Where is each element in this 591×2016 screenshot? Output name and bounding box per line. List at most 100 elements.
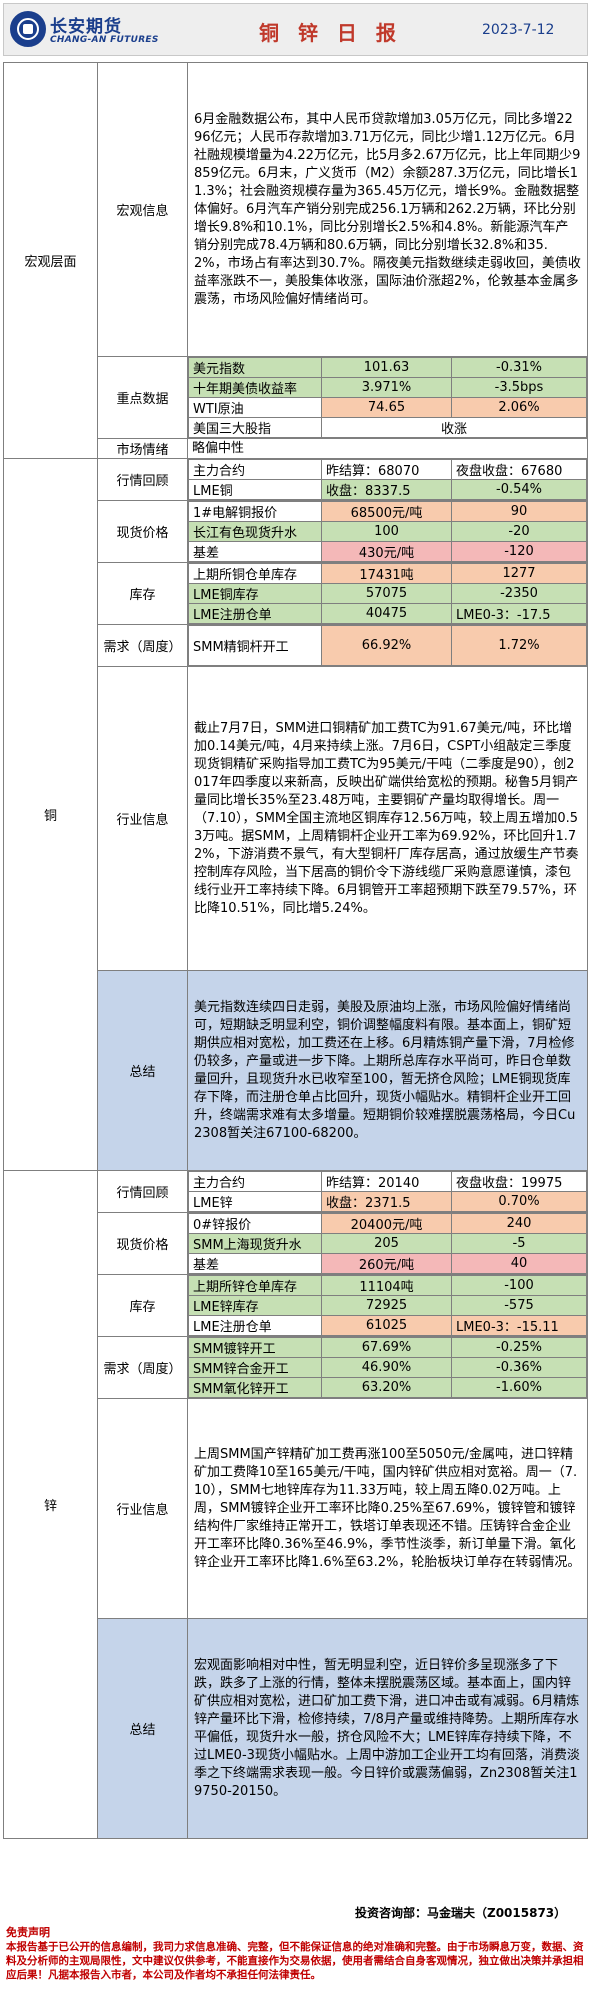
table-row: 基差 260元/吨 40: [188, 1253, 587, 1274]
zinc-industry-label: 行业信息: [97, 1398, 188, 1619]
row-value: 72925: [321, 1295, 452, 1316]
row-key: 0#锌报价: [188, 1213, 322, 1234]
row-key: SMM氧化锌开工: [188, 1377, 322, 1398]
row-value: 205: [321, 1233, 452, 1254]
row-change: -0.25%: [451, 1337, 587, 1358]
copper-inventory-table: 上期所铜仓单库存 17431吨 1277 LME铜库存 57075 -2350 …: [188, 563, 587, 624]
row-value: 68500元/吨: [321, 501, 452, 522]
row-change: -20: [451, 521, 587, 542]
row-key: 基差: [188, 1253, 322, 1274]
report-grid: 宏观层面 宏观信息 6月金融数据公布，其中人民币贷款增加3.05万亿元，同比多增…: [3, 62, 588, 1839]
macro-sentiment-label: 市场情绪: [97, 438, 188, 459]
row-value: 100: [321, 521, 452, 542]
row-key: LME注册仓单: [188, 1315, 322, 1336]
zinc-industry-text: 上周SMM国产锌精矿加工费再涨100至5050元/金属吨，进口锌精矿加工费降10…: [187, 1398, 588, 1619]
row-change: LME0-3：-15.11: [451, 1315, 587, 1336]
indicator-change: 2.06%: [451, 397, 587, 418]
section-zinc: 锌: [3, 1170, 98, 1839]
row-change: -1.60%: [451, 1377, 587, 1398]
disclaimer-text: 本报告基于已公开的信息编制，我司力求信息准确、完整，但不能保证信息的绝对准确和完…: [6, 1941, 584, 1981]
row-value: 40475: [321, 603, 452, 624]
row-change: 40: [451, 1253, 587, 1274]
table-row: LME铜 收盘：8337.5 -0.54%: [188, 479, 587, 500]
row-value: 430元/吨: [321, 541, 452, 562]
row-value: 昨结算：68070: [321, 459, 452, 480]
row-value: 17431吨: [321, 563, 452, 584]
row-change: -120: [451, 541, 587, 562]
zinc-summary-label: 总结: [97, 1618, 188, 1839]
table-row: 主力合约 昨结算：68070 夜盘收盘：67680: [188, 459, 587, 480]
copper-review-label: 行情回顾: [97, 458, 188, 501]
macro-info-text: 6月金融数据公布，其中人民币贷款增加3.05万亿元，同比多增2296亿元；人民币…: [187, 62, 588, 357]
row-value: 11104吨: [321, 1275, 452, 1296]
row-value: 61025: [321, 1315, 452, 1336]
zinc-inventory-label: 库存: [97, 1274, 188, 1337]
row-value: 收盘：8337.5: [321, 479, 452, 500]
indicator-value: 101.63: [321, 357, 452, 378]
row-key: 上期所锌仓单库存: [188, 1275, 322, 1296]
row-value: 57075: [321, 583, 452, 604]
table-row: LME锌 收盘：2371.5 0.70%: [188, 1191, 587, 1212]
row-change: -100: [451, 1275, 587, 1296]
section-copper: 铜: [3, 458, 98, 1171]
report-header: 长安期货 CHANG-AN FUTURES 铜 锌 日 报 2023-7-12: [3, 3, 588, 56]
row-value: 昨结算：20140: [321, 1171, 452, 1192]
table-row: SMM精铜杆开工 66.92% 1.72%: [188, 625, 587, 666]
table-row: SMM锌合金开工 46.90% -0.36%: [188, 1357, 587, 1378]
row-key: SMM锌合金开工: [188, 1357, 322, 1378]
table-row: LME注册仓单 61025 LME0-3：-15.11: [188, 1315, 587, 1336]
table-row: 1#电解铜报价 68500元/吨 90: [188, 501, 587, 522]
table-row: 基差 430元/吨 -120: [188, 541, 587, 562]
table-row: 上期所铜仓单库存 17431吨 1277: [188, 563, 587, 584]
zinc-summary-text: 宏观面影响相对中性，暂无明显利空，近日锌价多呈现涨多了下跌，跌多了上涨的行情，整…: [187, 1618, 588, 1839]
zinc-spot-table: 0#锌报价 20400元/吨 240 SMM上海现货升水 205 -5 基差 2…: [188, 1213, 587, 1274]
row-key: 基差: [188, 541, 322, 562]
row-key: LME铜库存: [188, 583, 322, 604]
row-value: 63.20%: [321, 1377, 452, 1398]
row-change: -575: [451, 1295, 587, 1316]
row-key: SMM精铜杆开工: [188, 625, 322, 666]
row-change: 夜盘收盘：19975: [451, 1171, 587, 1192]
table-row: 十年期美债收益率 3.971% -3.5bps: [188, 377, 587, 398]
table-row: 长江有色现货升水 100 -20: [188, 521, 587, 542]
macro-info-label: 宏观信息: [97, 62, 188, 357]
table-row: 0#锌报价 20400元/吨 240: [188, 1213, 587, 1234]
indicator-name: 美国三大股指: [188, 417, 322, 438]
table-row: WTI原油 74.65 2.06%: [188, 397, 587, 418]
copper-industry-text: 截止7月7日，SMM进口铜精矿加工费TC为91.67美元/吨，环比增加0.14美…: [187, 666, 588, 971]
zinc-review-table: 主力合约 昨结算：20140 夜盘收盘：19975 LME锌 收盘：2371.5…: [188, 1171, 587, 1212]
company-logo-icon: [10, 11, 46, 47]
row-change: LME0-3：-17.5: [451, 603, 587, 624]
report-date: 2023-7-12: [482, 22, 555, 38]
copper-inventory-label: 库存: [97, 562, 188, 625]
brand-name-cn: 长安期货: [50, 17, 122, 37]
table-row: LME注册仓单 40475 LME0-3：-17.5: [188, 603, 587, 624]
row-change: 夜盘收盘：67680: [451, 459, 587, 480]
analyst-credit: 投资咨询部：马金瑞夫（Z0015873）: [355, 1906, 567, 1920]
row-key: LME注册仓单: [188, 603, 322, 624]
row-change: 1.72%: [451, 625, 587, 666]
row-change: 1277: [451, 563, 587, 584]
row-change: -0.54%: [451, 479, 587, 500]
row-key: 主力合约: [188, 1171, 322, 1192]
table-row: 美国三大股指 收涨: [188, 417, 587, 438]
zinc-demand-label: 需求（周度）: [97, 1336, 188, 1399]
zinc-spot-label: 现货价格: [97, 1212, 188, 1275]
row-key: SMM镀锌开工: [188, 1337, 322, 1358]
copper-demand-label: 需求（周度）: [97, 624, 188, 667]
table-row: LME铜库存 57075 -2350: [188, 583, 587, 604]
row-key: 1#电解铜报价: [188, 501, 322, 522]
row-key: 主力合约: [188, 459, 322, 480]
macro-data-label: 重点数据: [97, 356, 188, 439]
copper-summary-text: 美元指数连续四日走弱，美股及原油均上涨，市场风险偏好情绪尚可，短期缺乏明显利空，…: [187, 970, 588, 1171]
indicator-name: 十年期美债收益率: [188, 377, 322, 398]
indicator-value: 3.971%: [321, 377, 452, 398]
table-row: 上期所锌仓单库存 11104吨 -100: [188, 1275, 587, 1296]
copper-demand-table: SMM精铜杆开工 66.92% 1.72%: [188, 625, 587, 666]
indicator-change: -3.5bps: [451, 377, 587, 398]
row-change: -0.36%: [451, 1357, 587, 1378]
zinc-inventory-table: 上期所锌仓单库存 11104吨 -100 LME锌库存 72925 -575 L…: [188, 1275, 587, 1336]
zinc-review-label: 行情回顾: [97, 1170, 188, 1213]
row-value: 46.90%: [321, 1357, 452, 1378]
brand-name-en: CHANG-AN FUTURES: [50, 35, 159, 45]
